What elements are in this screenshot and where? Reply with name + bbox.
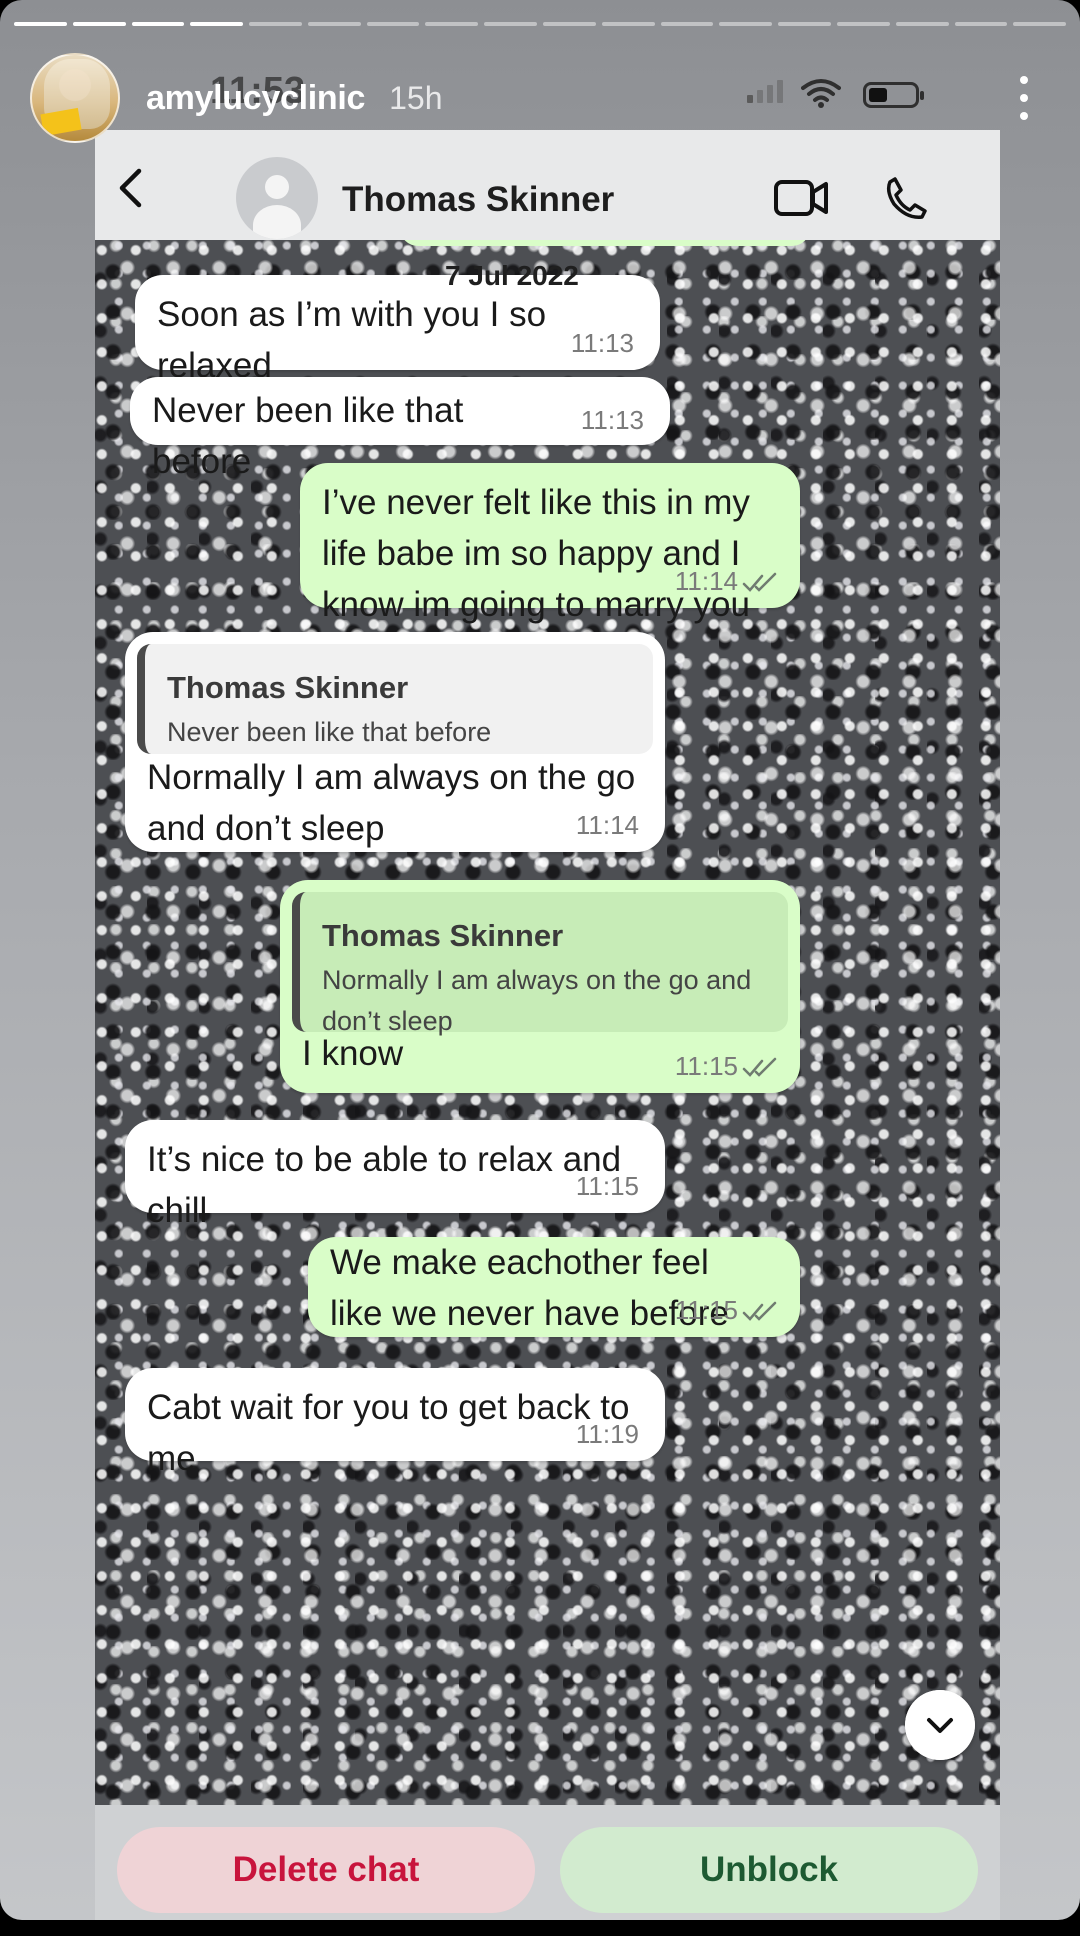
incoming-message[interactable]: Soon as I’m with you I so relaxed 11:13: [135, 275, 660, 385]
story-progress-segment: [366, 22, 420, 26]
story-progress-segment: [836, 22, 890, 26]
message-time: 11:14: [674, 566, 738, 596]
back-chevron-icon[interactable]: [117, 168, 143, 208]
quoted-sender: Thomas Skinner: [322, 918, 564, 953]
message-time: 11:15: [674, 1295, 738, 1325]
quoted-sender: Thomas Skinner: [167, 670, 409, 705]
story-progress-segment: [307, 22, 361, 26]
video-call-icon[interactable]: [773, 178, 829, 218]
quoted-text: Never been like that before: [167, 717, 492, 747]
contact-name[interactable]: Thomas Skinner: [342, 180, 614, 220]
message-time: 11:19: [575, 1419, 639, 1449]
story-progress-segment: [719, 22, 773, 26]
incoming-reply-message[interactable]: Thomas Skinner Never been like that befo…: [125, 632, 665, 852]
double-check-icon: [742, 1301, 777, 1321]
story-progress-segment: [954, 22, 1008, 26]
incoming-message[interactable]: It’s nice to be able to relax and chill …: [125, 1120, 665, 1230]
scroll-to-bottom-button[interactable]: [905, 1690, 975, 1760]
more-vertical-icon[interactable]: [1020, 76, 1028, 120]
phone-call-icon[interactable]: [885, 176, 927, 220]
story-progress-segment: [425, 22, 479, 26]
chat-header: Thomas Skinner: [95, 130, 1000, 240]
outgoing-message[interactable]: I’ve never felt like this in my life bab…: [300, 463, 800, 675]
double-check-icon: [742, 572, 777, 592]
message-time: 11:14: [575, 810, 639, 840]
story-progress-segment: [601, 22, 655, 26]
whatsapp-screenshot: 11:53 Thomas Skinner Soon as I’m with yo…: [95, 30, 1000, 1920]
quoted-message[interactable]: Thomas Skinner Never been like that befo…: [137, 644, 653, 754]
story-progress-segment: [484, 22, 538, 26]
outgoing-reply-message[interactable]: Thomas Skinner Normally I am always on t…: [280, 880, 800, 1093]
message-time: 11:13: [580, 405, 644, 435]
message-text: Cabt wait for you to get back to me: [147, 1388, 630, 1478]
blocked-contact-actions: Delete chat Unblock: [95, 1805, 1000, 1920]
message-text: Normally I am always on the go and don’t…: [147, 758, 636, 848]
chat-messages: Soon as I’m with you I so relaxed 11:13 …: [95, 240, 1000, 1805]
story-progress-segment: [543, 22, 596, 26]
story-progress-segment: [1013, 22, 1067, 26]
date-chip: 7 Jul 2022: [445, 260, 579, 291]
double-check-icon: [742, 1057, 777, 1077]
story-progress-segment: [895, 22, 949, 26]
delete-chat-button[interactable]: Delete chat: [117, 1827, 535, 1913]
contact-avatar[interactable]: [236, 157, 318, 239]
story-progress-segment: [72, 22, 126, 26]
message-text: Soon as I’m with you I so relaxed: [157, 295, 547, 385]
story-progress-segment: [249, 22, 302, 26]
message-time: 11:13: [570, 328, 634, 358]
quoted-message[interactable]: Thomas Skinner Normally I am always on t…: [292, 892, 788, 1036]
story-progress-segment: [190, 22, 244, 26]
story-progress-segment: [14, 22, 67, 26]
story-username[interactable]: amylucyclinic: [146, 79, 365, 118]
previous-message-fragment: [400, 240, 810, 246]
story-progress-segment: [778, 22, 831, 26]
story-progress-segment: [131, 22, 185, 26]
outgoing-message[interactable]: We make eachother feel like we never hav…: [308, 1237, 800, 1337]
story-frame: 11:53 Thomas Skinner Soon as I’m with yo…: [0, 0, 1080, 1920]
incoming-message[interactable]: Cabt wait for you to get back to me 11:1…: [125, 1368, 665, 1478]
story-progress: [14, 22, 1067, 27]
message-time: 11:15: [674, 1051, 738, 1081]
story-progress-segment: [660, 22, 714, 26]
message-text: It’s nice to be able to relax and chill: [147, 1140, 622, 1230]
story-author-avatar[interactable]: [30, 53, 120, 143]
story-header: amylucyclinic 15h: [30, 53, 1080, 143]
message-time: 11:15: [575, 1171, 639, 1201]
story-age: 15h: [389, 79, 443, 116]
incoming-message[interactable]: Never been like that before 11:13: [130, 377, 670, 481]
unblock-button[interactable]: Unblock: [560, 1827, 978, 1913]
